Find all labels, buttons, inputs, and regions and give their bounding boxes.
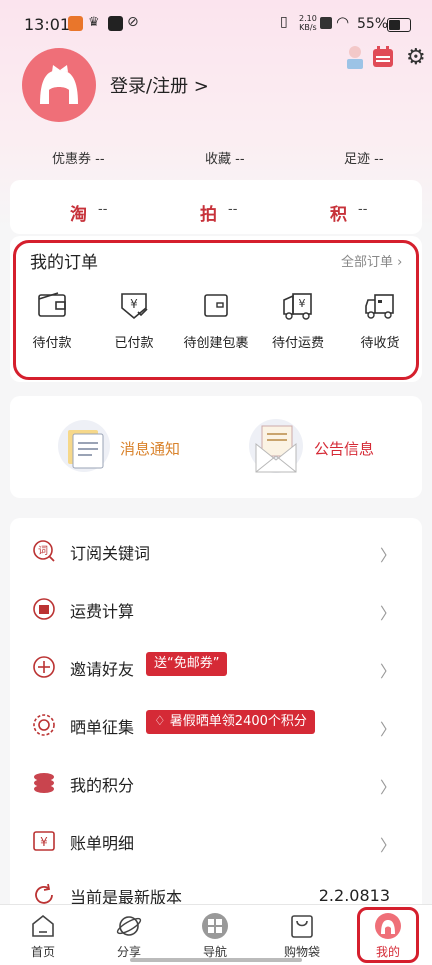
notice-list-icon [58,420,110,472]
showcase-tag: ♢ 暑假晒单领2400个积分 [146,710,315,734]
menu-shipping-calc[interactable]: 运费计算〉 [32,580,402,638]
login-register-link[interactable]: 登录/注册 > [110,72,209,98]
svg-text:¥: ¥ [130,297,138,311]
link-icon: ⊘ [127,14,139,30]
ji-label: 积 [330,205,347,225]
announcement-label: 公告信息 [314,440,375,458]
customer-service-icon[interactable] [343,44,367,70]
svg-text:¥: ¥ [40,835,48,849]
message-notify-button[interactable]: 消息通知 [58,418,228,476]
menu-invite-friends[interactable]: 邀请好友 送“免邮券” 〉 [32,638,402,696]
shipping-calc-icon [33,598,55,620]
version-number: 2.2.0813 [318,886,390,905]
menu-subscribe-keywords[interactable]: 词 订阅关键词〉 [32,522,402,580]
net-speed: 2.10 KB/s [299,14,317,32]
chevron-right-icon: 〉 [379,662,396,681]
footprint-stat[interactable]: 足迹 -- [344,148,384,167]
all-orders-link[interactable]: 全部订单 › [341,251,402,270]
order-paid[interactable]: ¥ 已付款 [98,290,170,351]
chevron-right-icon: 〉 [379,604,396,623]
chevron-right-icon: › [393,255,403,270]
chevron-right-icon: 〉 [379,720,396,739]
invite-plus-icon [33,656,55,678]
crown-icon: ♛ [88,15,100,30]
nav-guide[interactable]: 导航 [175,905,255,965]
menu-showcase[interactable]: 晒单征集 ♢ 暑假晒单领2400个积分 〉 [32,696,402,754]
nav-share[interactable]: 分享 [89,905,169,965]
orders-title: 我的订单 [30,253,98,273]
wallet-icon [38,292,66,317]
status-bar: 13:01 ♛ ⊘ ▯ 2.10 KB/s ◠ 55% [0,0,432,44]
tiktok-icon [108,16,123,31]
nav-home[interactable]: 首页 [3,905,83,965]
truck-yen-icon: ¥ [283,293,312,320]
gesture-bar [130,958,302,962]
keyword-icon: 词 [33,540,55,562]
announcement-button[interactable]: 公告信息 [246,416,416,478]
wifi-icon: ◠ [336,13,350,31]
chevron-right-icon: 〉 [379,836,396,855]
svg-text:¥: ¥ [299,297,306,310]
menu-bill-detail[interactable]: ¥ 账单明细〉 [32,812,402,870]
tao-value: -- [98,202,108,217]
paid-yen-icon: ¥ [121,293,148,320]
app-notification-icon [68,16,83,31]
coins-icon [34,773,54,793]
favorites-stat[interactable]: 收藏 -- [205,148,245,167]
order-pending-shipping-fee[interactable]: ¥ 待付运费 [262,290,334,351]
checkin-calendar-icon[interactable] [372,46,394,68]
status-time: 13:01 [24,15,71,34]
tao-label: 淘 [70,205,87,225]
svg-text:词: 词 [38,545,48,557]
sun-show-icon [33,714,55,736]
planet-icon [116,916,142,936]
settings-gear-icon[interactable]: ⚙ [406,45,426,70]
nav-shopping-bag[interactable]: 购物袋 [262,905,342,965]
message-notify-label: 消息通知 [120,440,181,458]
nav-mine-highlight-box [357,907,419,963]
battery-percent: 55% [357,16,389,32]
invite-tag: 送“免邮券” [146,652,228,676]
chevron-right-icon: 〉 [379,546,396,565]
order-create-package[interactable]: 待创建包裹 [180,290,252,351]
coupon-stat[interactable]: 优惠券 -- [52,148,105,167]
avatar[interactable] [22,48,96,122]
grid-icon [202,913,228,939]
vibrate-icon: ▯ [280,14,288,30]
battery-icon [387,18,411,32]
diamond-icon: ♢ [154,714,170,729]
envelope-letter-icon [249,419,303,473]
bag-icon [291,915,313,938]
home-icon [32,914,54,937]
package-box-icon [204,294,228,317]
delivery-truck-icon [365,294,394,319]
pai-value: -- [228,202,238,217]
order-pending-payment[interactable]: 待付款 [16,290,88,351]
nfc-icon [320,17,332,29]
chevron-right-icon: 〉 [379,778,396,797]
menu-my-points[interactable]: 我的积分〉 [32,754,402,812]
bill-icon: ¥ [33,831,55,851]
ji-value: -- [358,202,368,217]
order-pending-receipt[interactable]: 待收货 [344,290,416,351]
pai-label: 拍 [200,205,217,225]
